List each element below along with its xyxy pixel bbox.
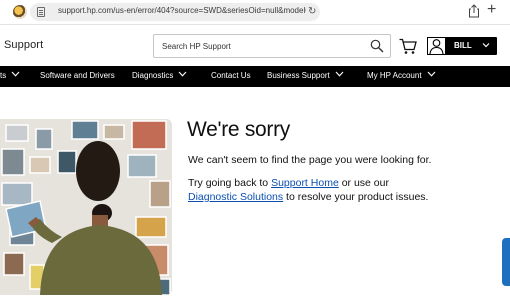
- suggestion-suffix: to resolve your product issues.: [283, 190, 429, 203]
- hero-illustration: [0, 119, 172, 295]
- error-message: We can't seem to find the page you were …: [188, 154, 432, 166]
- share-icon[interactable]: [468, 4, 480, 18]
- reload-icon[interactable]: ↻: [308, 5, 316, 19]
- chevron-down-icon: [178, 71, 187, 77]
- diagnostic-solutions-link[interactable]: Diagnostic Solutions: [188, 191, 283, 203]
- nav-item-products[interactable]: ts: [0, 70, 20, 82]
- nav-item-label: Diagnostics: [132, 71, 174, 80]
- cart-icon[interactable]: [399, 38, 417, 55]
- address-bar[interactable]: support.hp.com/us-en/error/404?source=SW…: [30, 3, 320, 21]
- feedback-tab[interactable]: [502, 238, 510, 286]
- user-icon: [427, 37, 446, 55]
- chevron-down-icon: [482, 43, 490, 48]
- support-title[interactable]: Support: [4, 39, 43, 51]
- nav-item-software-drivers[interactable]: Software and Drivers: [40, 70, 115, 82]
- suggestion-middle: or use our: [338, 177, 389, 189]
- search-icon[interactable]: [370, 39, 384, 53]
- page-icon: [37, 7, 45, 17]
- hero-image: [0, 119, 172, 295]
- nav-item-label: Contact Us: [211, 71, 251, 80]
- browser-toolbar: support.hp.com/us-en/error/404?source=SW…: [0, 0, 510, 25]
- search-box[interactable]: [153, 34, 391, 58]
- nav-item-label: Software and Drivers: [40, 71, 115, 80]
- nav-item-label: Business Support: [267, 71, 330, 80]
- favicon-icon: [13, 5, 27, 19]
- nav-item-contact-us[interactable]: Contact Us: [211, 70, 251, 82]
- user-account-button[interactable]: BILL: [427, 37, 497, 55]
- chevron-down-icon: [11, 71, 20, 77]
- nav-item-label: ts: [0, 71, 7, 80]
- suggestion-prefix: Try going back to: [188, 177, 272, 189]
- chevron-down-icon: [335, 71, 344, 77]
- error-heading: We're sorry: [187, 118, 291, 141]
- main-nav: ts Software and Drivers Diagnostics Cont…: [0, 66, 510, 87]
- user-name: BILL: [454, 41, 472, 50]
- nav-item-label: My HP Account: [367, 71, 422, 80]
- nav-item-my-hp-account[interactable]: My HP Account: [367, 70, 436, 82]
- url-text[interactable]: support.hp.com/us-en/error/404?source=SW…: [58, 6, 306, 15]
- support-home-link[interactable]: Support Home: [271, 177, 339, 189]
- suggestion-text: Try going back to Support Home or use ou…: [188, 177, 448, 204]
- nav-item-business-support[interactable]: Business Support: [267, 70, 344, 82]
- new-tab-plus-icon[interactable]: +: [487, 1, 496, 19]
- search-input[interactable]: [162, 39, 352, 53]
- chevron-down-icon: [427, 71, 435, 77]
- nav-item-diagnostics[interactable]: Diagnostics: [132, 70, 187, 82]
- site-header: Support BILL: [0, 25, 510, 66]
